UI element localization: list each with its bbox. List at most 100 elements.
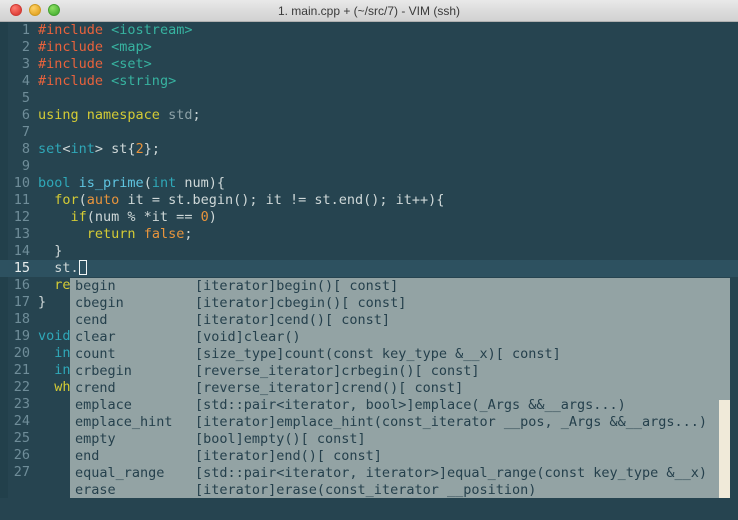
code-line[interactable]: 5 — [0, 90, 738, 107]
line-number: 16 — [13, 277, 30, 293]
completion-word: end — [75, 448, 100, 464]
completion-item[interactable]: cend [iterator]cend()[ const] — [70, 312, 730, 329]
code-line[interactable]: 6 using namespace std; — [0, 107, 738, 124]
vim-terminal-window: 1. main.cpp + (~/src/7) - VIM (ssh) 1 #in… — [0, 0, 738, 520]
line-number: 23 — [13, 396, 30, 412]
line-number: 24 — [13, 413, 30, 429]
code-token: > st{ — [94, 141, 136, 157]
code-line[interactable]: 7 — [0, 124, 738, 141]
code-token: return — [86, 226, 136, 242]
completion-item[interactable]: equal_range [std::pair<iterator, iterator… — [70, 465, 730, 482]
line-number: 14 — [13, 243, 30, 259]
completion-list[interactable]: begin [iterator]begin()[ const] cbegin [ite… — [70, 278, 730, 499]
code-line[interactable]: 13 return false; — [0, 226, 738, 243]
line-number: 17 — [13, 294, 30, 310]
completion-item[interactable]: empty [bool]empty()[ const] — [70, 431, 730, 448]
completion-word: emplace — [75, 397, 132, 413]
code-line-text: in — [38, 362, 70, 378]
line-number: 13 — [13, 226, 30, 242]
code-token: auto — [86, 192, 120, 208]
completion-item[interactable]: emplace_hint [iterator]emplace_hint(const… — [70, 414, 730, 431]
completion-item[interactable]: cbegin [iterator]cbegin()[ const] — [70, 295, 730, 312]
code-token: for — [54, 192, 79, 208]
line-number: 2 — [21, 39, 30, 55]
code-token: <map> — [111, 39, 152, 55]
code-line-text: set<int> st{2}; — [38, 141, 160, 157]
code-token: #include — [38, 56, 104, 72]
popup-scrollbar-thumb[interactable] — [719, 399, 730, 499]
line-number: 6 — [21, 107, 30, 123]
code-token: } — [38, 294, 47, 310]
completion-item[interactable]: emplace [std::pair<iterator, bool>]emplac… — [70, 397, 730, 414]
line-number: 8 — [21, 141, 30, 157]
line-number: 18 — [13, 311, 30, 327]
completion-word: equal_range — [75, 465, 165, 481]
code-token: false — [143, 226, 185, 242]
code-token: st. — [38, 260, 79, 276]
line-number: 4 — [21, 73, 30, 89]
code-token: std — [168, 107, 193, 123]
editor-area[interactable]: 1 #include <iostream> 2 #include <map> 3 #inc… — [0, 22, 738, 520]
completion-signature: [std::pair<iterator, bool>]emplace(_Args… — [195, 397, 626, 413]
code-token: in — [54, 345, 71, 361]
code-line-text: re — [38, 277, 71, 293]
code-line[interactable]: 12 if(num % *it == 0) — [0, 209, 738, 226]
code-token: #include — [38, 22, 104, 38]
line-number: 19 — [13, 328, 30, 344]
completion-signature: [iterator]cend()[ const] — [195, 312, 391, 328]
completion-item[interactable]: begin [iterator]begin()[ const] — [70, 278, 730, 295]
code-line-text: in — [38, 345, 71, 361]
code-line[interactable]: 9 — [0, 158, 738, 175]
code-token: ; — [192, 107, 201, 123]
line-number: 26 — [13, 447, 30, 463]
line-number: 15 — [13, 260, 30, 276]
code-line[interactable]: 10 bool is_prime(int num){ — [0, 175, 738, 192]
code-token: }; — [143, 141, 160, 157]
completion-item[interactable]: clear [void]clear() — [70, 329, 730, 346]
completion-signature: [reverse_iterator]crend()[ const] — [195, 380, 464, 396]
code-line-text: bool is_prime(int num){ — [38, 175, 225, 191]
window-title: 1. main.cpp + (~/src/7) - VIM (ssh) — [277, 4, 461, 18]
code-line[interactable]: 11 for(auto it = st.begin(); it != st.en… — [0, 192, 738, 209]
omni-completion-popup[interactable]: begin [iterator]begin()[ const] cbegin [ite… — [70, 278, 730, 499]
line-number: 12 — [13, 209, 30, 225]
completion-signature: [reverse_iterator]crbegin()[ const] — [195, 363, 480, 379]
completion-item[interactable]: count [size_type]count(const key_type &__… — [70, 346, 730, 363]
code-token: <set> — [111, 56, 152, 72]
completion-word: begin — [75, 278, 116, 294]
line-number: 5 — [21, 90, 30, 106]
code-line[interactable]: 8 set<int> st{2}; — [0, 141, 738, 158]
code-token: #include — [38, 73, 104, 89]
code-token: #include — [38, 39, 104, 55]
completion-item[interactable]: erase [iterator]erase(const_iterator __po… — [70, 482, 730, 499]
code-token: < — [62, 141, 71, 157]
completion-word: crend — [75, 380, 116, 396]
completion-item[interactable]: crbegin [reverse_iterator]crbegin()[ cons… — [70, 363, 730, 380]
code-line[interactable]: 14 } — [0, 243, 738, 260]
code-token: ( — [143, 175, 152, 191]
code-token: num){ — [176, 175, 225, 191]
code-line-text: } — [38, 243, 62, 259]
completion-signature: [iterator]emplace_hint(const_iterator __… — [195, 414, 708, 430]
code-line[interactable]: 3 #include <set> — [0, 56, 738, 73]
code-token: re — [54, 277, 71, 293]
code-line[interactable]: 4 #include <string> — [0, 73, 738, 90]
popup-scrollbar-track[interactable] — [719, 278, 730, 499]
completion-word: clear — [75, 329, 116, 345]
code-line[interactable]: 15 st. — [0, 260, 738, 277]
code-line[interactable]: 2 #include <map> — [0, 39, 738, 56]
code-line[interactable]: 1 #include <iostream> — [0, 22, 738, 39]
completion-item[interactable]: end [iterator]end()[ const] — [70, 448, 730, 465]
code-line-text: void — [38, 328, 71, 344]
code-line-text: #include <iostream> — [38, 22, 192, 38]
code-token: ) — [208, 209, 217, 225]
code-line-text: return false; — [38, 226, 193, 242]
completion-item[interactable]: crend [reverse_iterator]crend()[ const] — [70, 380, 730, 397]
code-token: 0 — [200, 209, 209, 225]
code-token: <iostream> — [111, 22, 193, 38]
